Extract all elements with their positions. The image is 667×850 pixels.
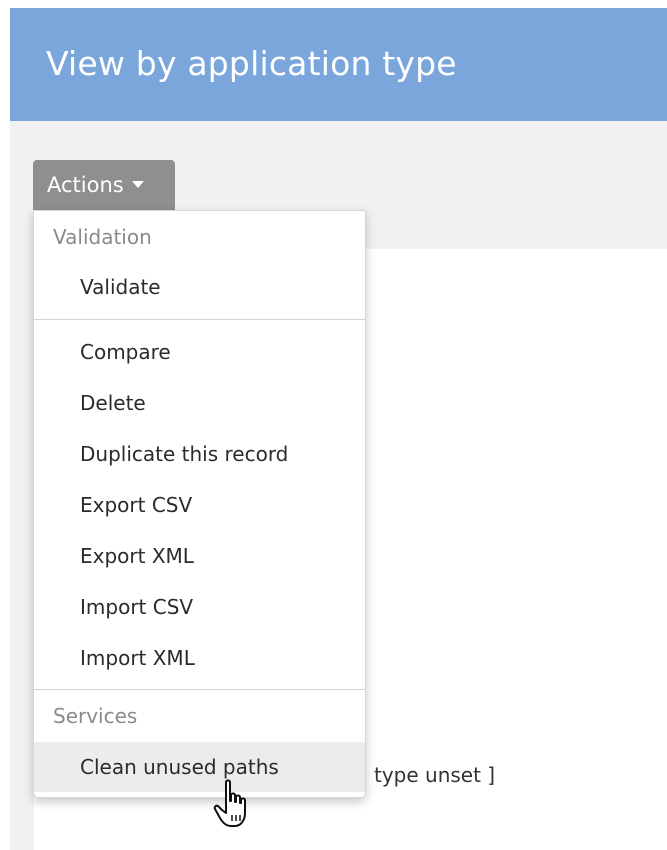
menu-header-services: Services [53,704,138,728]
left-edge [0,0,10,850]
menu-item-import-xml[interactable]: Import XML [34,633,365,683]
caret-down-icon [131,180,144,188]
page-title: View by application type [46,44,457,83]
menu-item-export-xml[interactable]: Export XML [34,531,365,581]
menu-item-delete[interactable]: Delete [34,378,365,428]
page: View by application type type unset ] Ac… [0,0,667,850]
actions-dropdown-menu: Validation Validate Compare Delete Dupli… [33,210,366,798]
menu-header-validation: Validation [53,225,152,249]
top-edge [0,0,667,8]
menu-item-validate[interactable]: Validate [34,262,365,312]
page-header: View by application type [10,8,667,121]
menu-item-duplicate[interactable]: Duplicate this record [34,429,365,479]
actions-dropdown-button[interactable]: Actions [33,160,175,211]
menu-item-export-csv[interactable]: Export CSV [34,480,365,530]
menu-divider [34,689,365,690]
hand-pointer-cursor-icon [213,779,246,827]
menu-item-compare[interactable]: Compare [34,327,365,377]
menu-divider [34,319,365,320]
menu-item-clean-unused-paths[interactable]: Clean unused paths [34,742,365,792]
actions-label: Actions [47,173,124,197]
background-type-text: type unset ] [374,763,496,787]
menu-item-import-csv[interactable]: Import CSV [34,582,365,632]
